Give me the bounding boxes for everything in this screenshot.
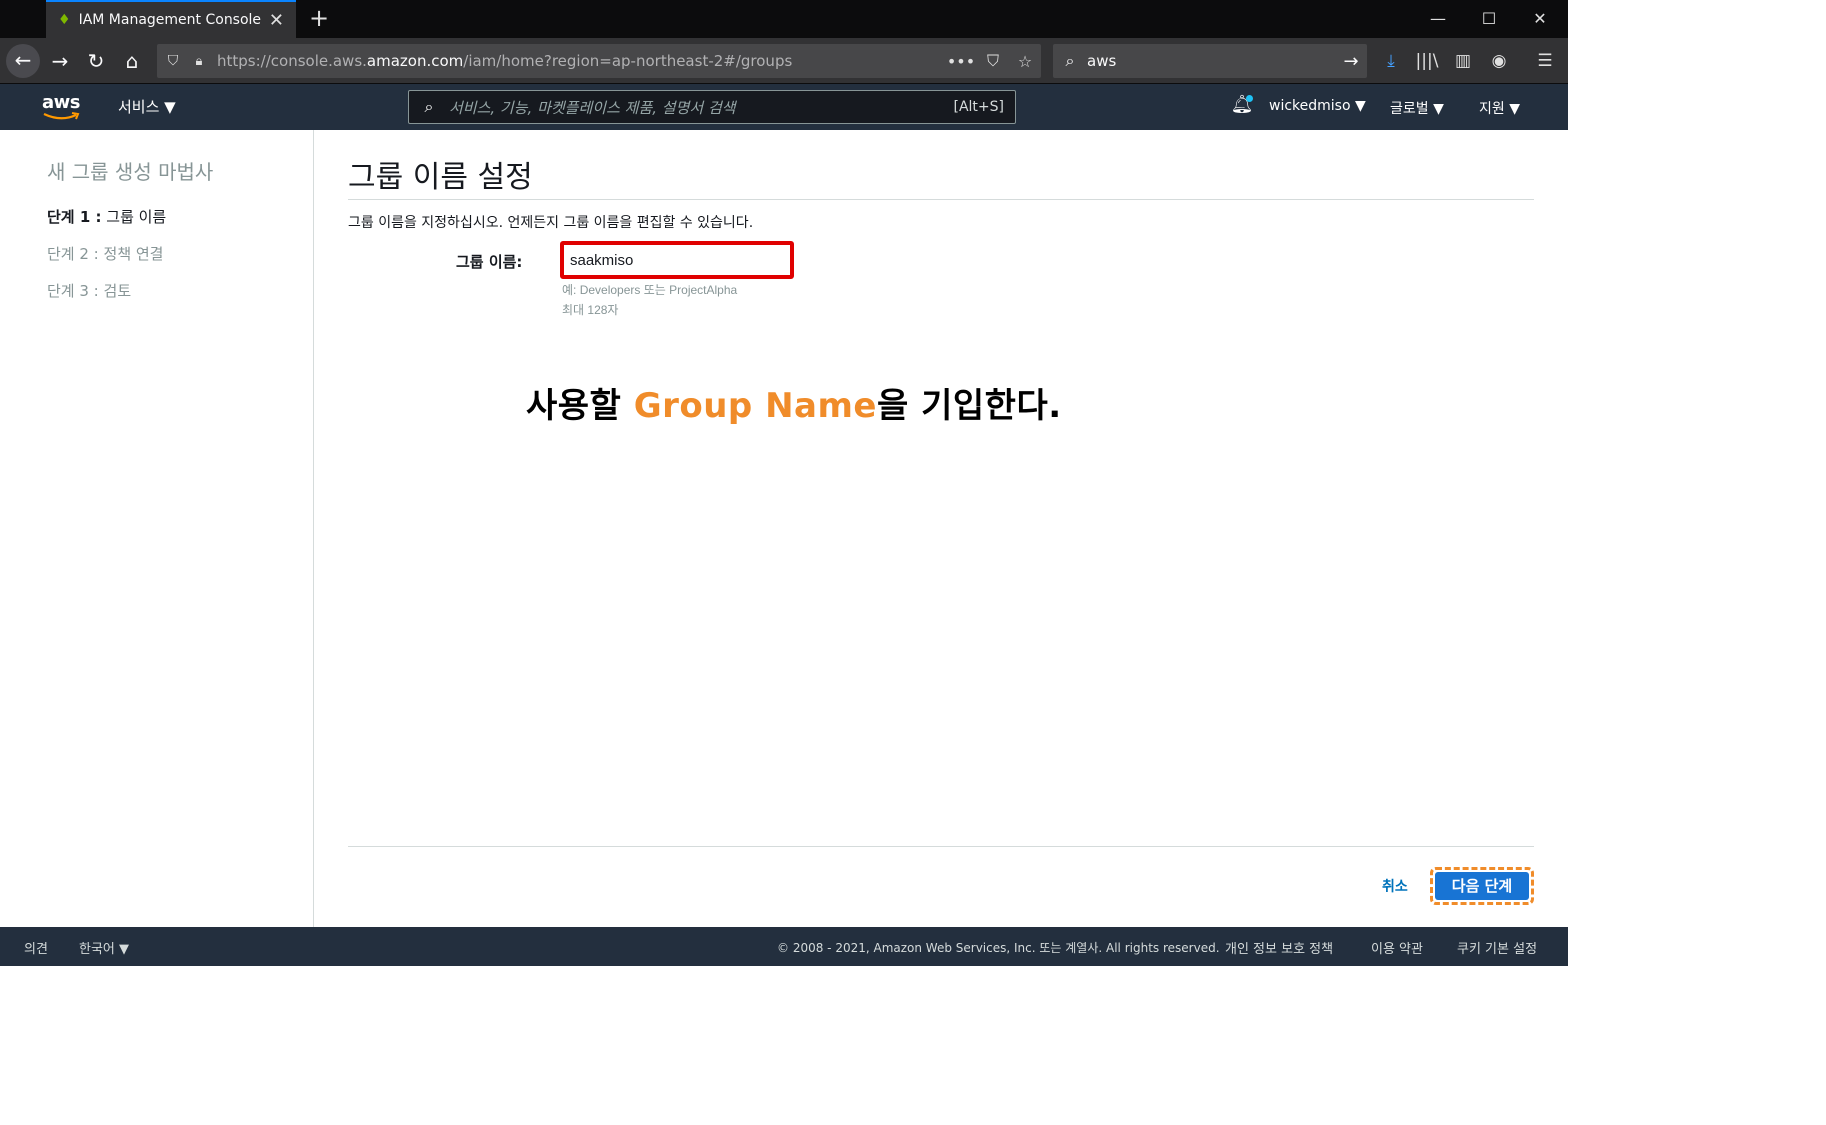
aws-search-placeholder[interactable]: 서비스, 기능, 마켓플레이스 제품, 설명서 검색	[449, 97, 954, 118]
wizard-step-2[interactable]: 단계 2 : 정책 연결	[47, 243, 163, 264]
step-prefix: 단계 3 :	[47, 282, 99, 300]
step-prefix: 단계 2 :	[47, 245, 99, 263]
step-label: 검토	[103, 282, 132, 300]
notifications-bell-icon[interactable]: 🔔︎	[1230, 94, 1254, 118]
wizard-title: 새 그룹 생성 마법사	[47, 160, 214, 184]
account-menu[interactable]: wickedmiso ▼	[1269, 98, 1366, 114]
library-icon[interactable]: |||\	[1411, 45, 1443, 77]
cancel-button[interactable]: 취소	[1382, 876, 1408, 896]
url-bar[interactable]: ⛉ 🔒︎ https://console.aws.amazon.com/iam/…	[157, 44, 1041, 78]
shield-icon[interactable]: ⛉	[157, 53, 189, 69]
wizard-step-1[interactable]: 단계 1 : 그룹 이름	[47, 206, 166, 227]
cookie-settings-link[interactable]: 쿠키 기본 설정	[1457, 938, 1537, 957]
title-divider	[348, 199, 1534, 200]
services-menu[interactable]: 서비스 ▼	[118, 96, 176, 117]
close-window-icon[interactable]: ✕	[1515, 0, 1565, 38]
aws-logo[interactable]: aws	[42, 92, 82, 122]
next-step-highlight: 다음 단계	[1430, 867, 1534, 905]
browser-tabbar: ♦ IAM Management Console ✕ + — ☐ ✕	[0, 0, 1568, 38]
wizard-sidebar: 새 그룹 생성 마법사 단계 1 : 그룹 이름 단계 2 : 정책 연결 단계…	[1, 130, 314, 927]
aws-search-bar[interactable]: ⌕ 서비스, 기능, 마켓플레이스 제품, 설명서 검색 [Alt+S]	[408, 90, 1016, 124]
search-go-icon[interactable]: →	[1335, 51, 1367, 72]
page-description: 그룹 이름을 지정하십시오. 언제든지 그룹 이름을 편집할 수 있습니다.	[348, 215, 754, 231]
lock-icon[interactable]: 🔒︎	[189, 54, 209, 69]
annotation-accent: Group Name	[633, 386, 877, 426]
privacy-link[interactable]: 개인 정보 보호 정책	[1225, 938, 1333, 957]
notification-dot	[1246, 95, 1253, 102]
annotation-pre: 사용할	[526, 386, 634, 426]
support-menu[interactable]: 지원 ▼	[1479, 98, 1520, 118]
bookmark-star-icon[interactable]: ☆	[1009, 52, 1041, 71]
maximize-icon[interactable]: ☐	[1464, 0, 1514, 38]
feedback-link[interactable]: 의견	[24, 938, 48, 957]
wizard-step-3[interactable]: 단계 3 : 검토	[47, 280, 131, 301]
instruction-annotation: 사용할 Group Name을 기입한다.	[526, 378, 1062, 427]
new-tab-icon[interactable]: +	[306, 5, 332, 31]
url-domain: amazon.com	[366, 52, 464, 70]
step-label: 정책 연결	[103, 245, 164, 263]
minimize-icon[interactable]: —	[1413, 0, 1463, 38]
url-prefix: https://console.aws.	[217, 52, 367, 70]
page-title: 그룹 이름 설정	[348, 160, 533, 195]
browser-tab-active[interactable]: ♦ IAM Management Console ✕	[46, 0, 296, 38]
search-icon: ⌕	[424, 97, 434, 116]
group-name-label: 그룹 이름:	[456, 253, 523, 271]
url-text[interactable]: https://console.aws.amazon.com/iam/home?…	[209, 52, 945, 70]
close-tab-icon[interactable]: ✕	[269, 10, 284, 31]
copyright: © 2008 - 2021, Amazon Web Services, Inc.…	[777, 941, 1220, 955]
next-step-button[interactable]: 다음 단계	[1435, 872, 1529, 900]
region-menu[interactable]: 글로벌 ▼	[1390, 98, 1444, 118]
browser-search-value[interactable]: aws	[1087, 52, 1335, 70]
reload-icon[interactable]: ↻	[80, 45, 112, 77]
annotation-post: 을 기입한다.	[877, 386, 1062, 426]
search-shortcut: [Alt+S]	[953, 99, 1005, 115]
url-path: /iam/home?region=ap-northeast-2#/groups	[463, 52, 793, 70]
terms-link[interactable]: 이용 약관	[1371, 938, 1423, 957]
language-selector[interactable]: 한국어 ▼	[79, 938, 129, 957]
sidebar-icon[interactable]: ▥	[1447, 45, 1479, 77]
step-prefix: 단계 1 :	[47, 208, 102, 226]
step-label: 그룹 이름	[106, 208, 167, 226]
browser-search-box[interactable]: ⌕ aws →	[1053, 44, 1367, 78]
home-icon[interactable]: ⌂	[116, 45, 148, 77]
search-icon: ⌕	[1065, 51, 1075, 70]
tab-title: IAM Management Console	[78, 12, 262, 28]
download-icon[interactable]: ⤓	[1375, 45, 1407, 77]
aws-favicon-icon: ♦	[58, 12, 71, 28]
back-icon[interactable]: ←	[6, 44, 40, 78]
footer-divider	[348, 846, 1534, 847]
account-icon[interactable]: ◉	[1483, 45, 1515, 77]
group-name-hint-example: 예: Developers 또는 ProjectAlpha	[562, 283, 738, 297]
page-actions-icon[interactable]: •••	[945, 52, 977, 71]
browser-toolbar: ← → ↻ ⌂ ⛉ 🔒︎ https://console.aws.amazon.…	[0, 38, 1568, 84]
group-name-hint-max: 최대 128자	[562, 303, 619, 317]
menu-icon[interactable]: ☰	[1529, 45, 1561, 77]
pocket-icon[interactable]: ⛉	[977, 51, 1009, 71]
aws-header: aws 서비스 ▼ ⌕ 서비스, 기능, 마켓플레이스 제품, 설명서 검색 […	[0, 84, 1568, 130]
aws-smile-icon	[43, 112, 80, 120]
aws-footer: 의견 한국어 ▼ © 2008 - 2021, Amazon Web Servi…	[0, 927, 1568, 966]
forward-icon[interactable]: →	[44, 45, 76, 77]
group-name-input[interactable]	[560, 241, 794, 279]
aws-logo-text: aws	[42, 92, 81, 113]
